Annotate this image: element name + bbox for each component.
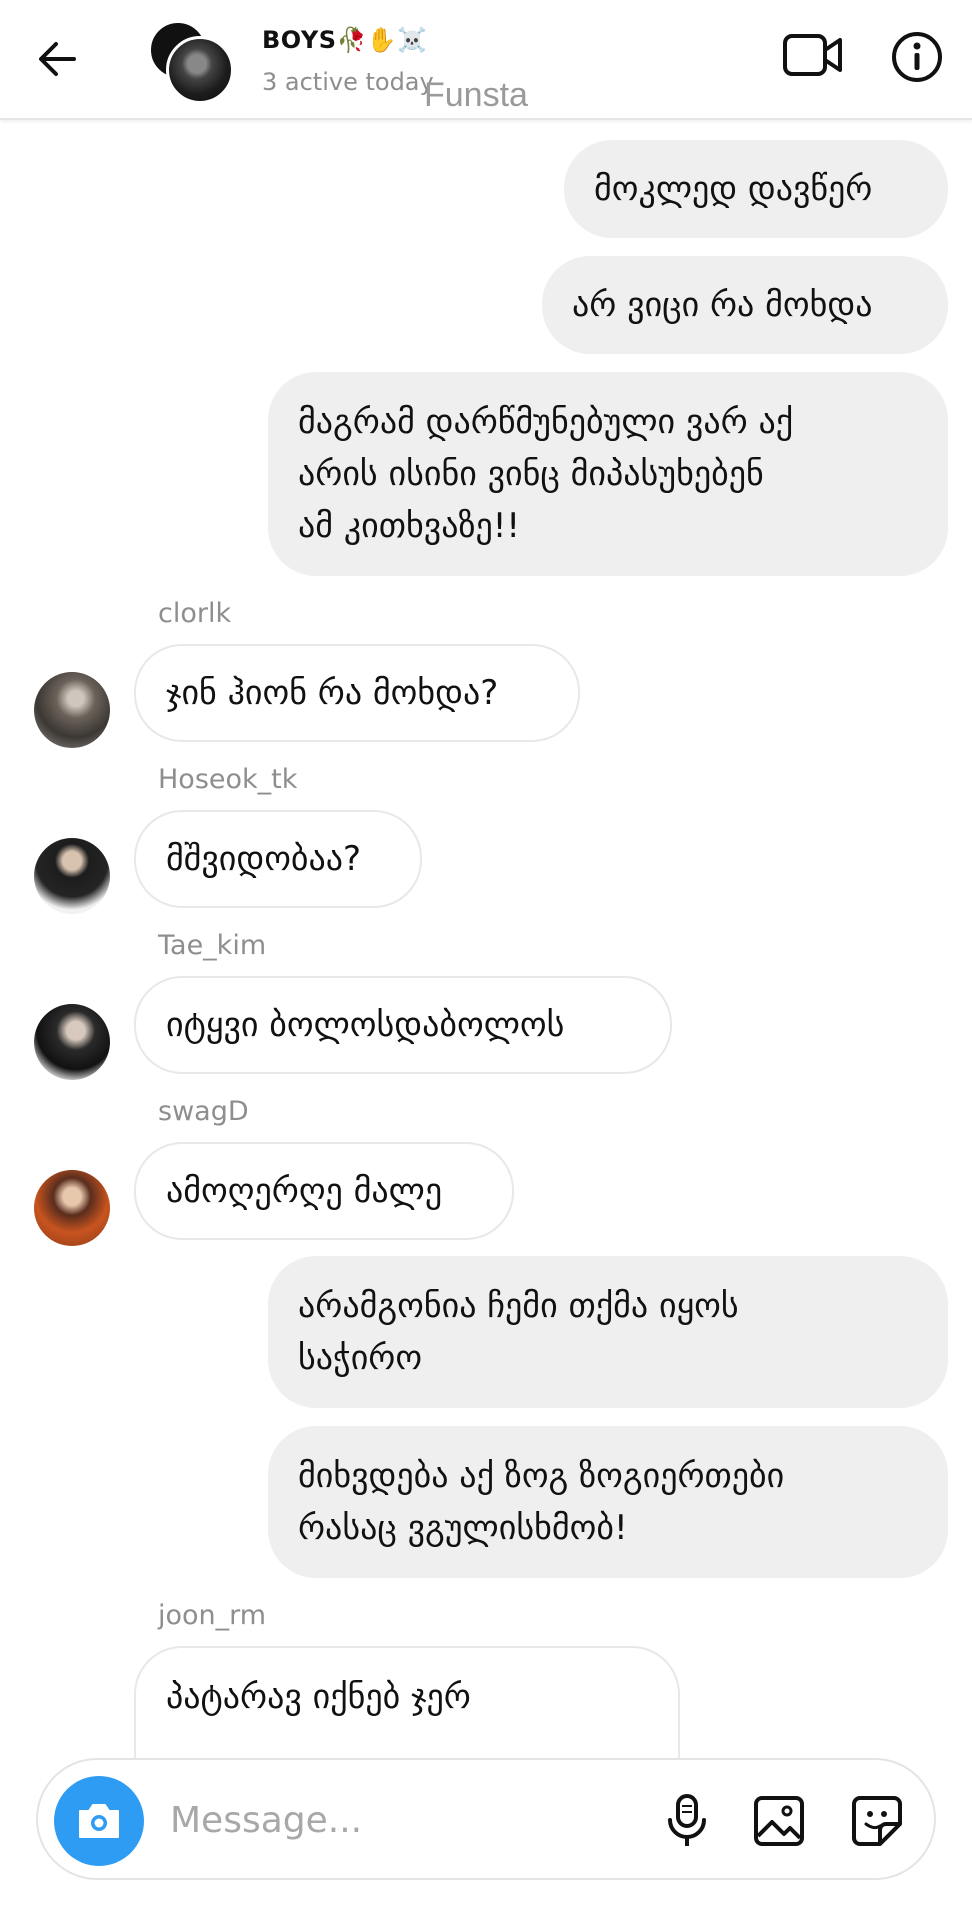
sent-message[interactable]: მიხვდება აქ ზოგ ზოგიერთები რასაც ვგულისხ… [268, 1426, 948, 1578]
sticker-icon [852, 1796, 902, 1846]
image-icon [754, 1796, 804, 1846]
message-composer [36, 1758, 936, 1880]
message-input[interactable] [168, 1788, 652, 1852]
sent-message[interactable]: მაგრამ დარწმუნებული ვარ აქ არის ისინი ვი… [268, 372, 948, 576]
video-camera-icon [783, 34, 842, 76]
sender-name: Tae_kim [158, 930, 267, 961]
chat-header: BOYS🥀✋☠️ 3 active today Funsta [0, 0, 972, 120]
info-button[interactable] [890, 30, 944, 84]
avatar[interactable] [34, 1004, 110, 1080]
avatar[interactable] [34, 672, 110, 748]
camera-icon [79, 1804, 119, 1838]
video-call-button[interactable] [782, 30, 844, 80]
received-message[interactable]: ჯინ ჰიონ რა მოხდა? [134, 644, 580, 742]
avatar[interactable] [34, 838, 110, 914]
sent-message[interactable]: არამგონია ჩემი თქმა იყოს საჭირო [268, 1256, 948, 1408]
sent-message[interactable]: მოკლედ დავწერ [564, 140, 948, 238]
info-icon [892, 32, 942, 82]
sender-name: joon_rm [158, 1600, 267, 1631]
received-message[interactable]: იტყვი ბოლოსდაბოლოს [134, 976, 672, 1074]
group-avatar[interactable] [148, 20, 234, 104]
sender-name: clorlk [158, 598, 232, 629]
sender-name: Hoseok_tk [158, 764, 298, 795]
camera-button[interactable] [54, 1776, 144, 1866]
gallery-button[interactable] [748, 1790, 810, 1852]
sender-name: swagD [158, 1096, 249, 1127]
watermark: Funsta [424, 76, 528, 114]
received-message[interactable]: მშვიდობაა? [134, 810, 422, 908]
back-button[interactable] [34, 34, 84, 84]
received-message[interactable]: ამოღერღე მალე [134, 1142, 514, 1240]
group-title[interactable]: BOYS🥀✋☠️ [262, 26, 428, 54]
arrow-left-icon [39, 42, 76, 76]
voice-button[interactable] [656, 1790, 718, 1852]
active-status: 3 active today [262, 68, 434, 96]
received-message[interactable]: პატარავ იქნებ ჯერ [134, 1646, 680, 1758]
member-avatar [166, 36, 234, 104]
avatar[interactable] [34, 1170, 110, 1246]
sticker-button[interactable] [846, 1790, 908, 1852]
sent-message[interactable]: არ ვიცი რა მოხდა [542, 256, 948, 354]
microphone-icon [668, 1794, 706, 1846]
